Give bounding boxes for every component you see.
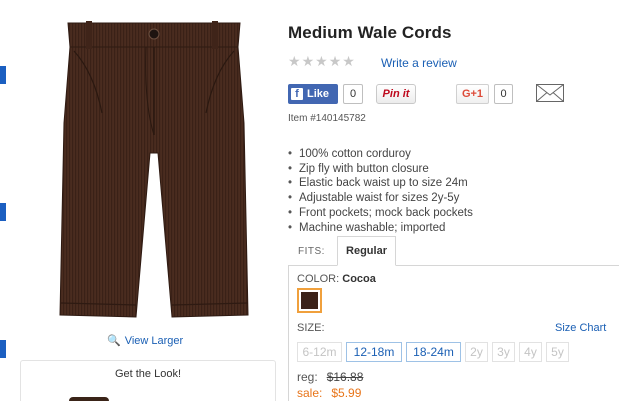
edge-marker bbox=[0, 66, 6, 84]
sale-price: sale: $5.99 bbox=[297, 386, 361, 400]
size-option-4y[interactable]: 4y bbox=[519, 342, 542, 362]
size-option-18-24m[interactable]: 18-24m bbox=[406, 342, 461, 362]
pinterest-pin-label: Pin it bbox=[382, 88, 410, 100]
size-option-2y[interactable]: 2y bbox=[465, 342, 488, 362]
google-plus-count: 0 bbox=[494, 84, 513, 104]
feature-item: Elastic back waist up to size 24m bbox=[288, 176, 473, 191]
regular-price-label: reg: bbox=[297, 370, 318, 384]
swatch-fill bbox=[301, 292, 318, 309]
get-the-look-thumbnail[interactable] bbox=[69, 397, 109, 401]
magnifier-icon: 🔍 bbox=[107, 335, 121, 347]
google-plus-button[interactable]: G+1 bbox=[456, 84, 489, 104]
selected-color-name: Cocoa bbox=[342, 273, 376, 285]
view-larger-link[interactable]: 🔍 View Larger bbox=[107, 334, 184, 348]
star-icon: ★ bbox=[328, 53, 342, 69]
facebook-like-button[interactable]: f Like bbox=[288, 84, 338, 104]
sale-price-value: $5.99 bbox=[331, 386, 362, 400]
star-icon: ★ bbox=[342, 53, 355, 69]
size-chart-link[interactable]: Size Chart bbox=[555, 322, 606, 334]
regular-price-value: $16.88 bbox=[326, 370, 364, 384]
tab-regular-fit[interactable]: Regular bbox=[337, 236, 396, 266]
item-number: Item #140145782 bbox=[288, 113, 366, 124]
size-options: 6-12m 12-18m 18-24m 2y 3y 4y 5y bbox=[297, 342, 569, 362]
sale-price-label: sale: bbox=[297, 386, 323, 400]
size-option-3y[interactable]: 3y bbox=[492, 342, 515, 362]
color-label-text: COLOR: bbox=[297, 273, 340, 285]
feature-item: Machine washable; imported bbox=[288, 221, 473, 236]
feature-item: Adjustable waist for sizes 2y-5y bbox=[288, 191, 473, 206]
envelope-icon[interactable] bbox=[536, 84, 564, 102]
feature-item: Front pockets; mock back pockets bbox=[288, 206, 473, 221]
fits-label: FITS: bbox=[298, 246, 325, 257]
star-icon: ★ bbox=[301, 53, 315, 69]
facebook-like-label: Like bbox=[307, 88, 330, 100]
get-the-look-title: Get the Look! bbox=[114, 368, 182, 380]
get-the-look-panel: Get the Look! bbox=[20, 360, 276, 401]
size-label: SIZE: bbox=[297, 322, 325, 334]
write-review-link[interactable]: Write a review bbox=[381, 56, 457, 70]
edge-marker bbox=[0, 340, 6, 358]
rating-stars: ★ ★ ★ ★ ★ bbox=[288, 54, 355, 68]
color-label: COLOR: Cocoa bbox=[297, 273, 376, 285]
star-icon: ★ bbox=[315, 53, 328, 69]
google-plus-label: G+1 bbox=[461, 88, 484, 100]
feature-list: 100% cotton corduroy Zip fly with button… bbox=[288, 147, 473, 235]
regular-price: reg: $16.88 bbox=[297, 370, 363, 384]
size-option-12-18m[interactable]: 12-18m bbox=[346, 342, 402, 362]
product-image[interactable] bbox=[54, 3, 254, 321]
view-larger-label: View Larger bbox=[124, 334, 184, 347]
size-option-5y[interactable]: 5y bbox=[546, 342, 569, 362]
feature-item: Zip fly with button closure bbox=[288, 162, 473, 177]
edge-marker bbox=[0, 203, 6, 221]
size-option-6-12m[interactable]: 6-12m bbox=[297, 342, 342, 362]
star-icon: ★ bbox=[288, 53, 301, 69]
product-title: Medium Wale Cords bbox=[288, 23, 452, 42]
color-swatch-cocoa[interactable] bbox=[297, 288, 322, 313]
facebook-icon: f bbox=[291, 88, 303, 100]
pinterest-pin-button[interactable]: Pin it bbox=[376, 84, 416, 104]
feature-item: 100% cotton corduroy bbox=[288, 147, 473, 162]
facebook-like-count: 0 bbox=[343, 84, 363, 104]
